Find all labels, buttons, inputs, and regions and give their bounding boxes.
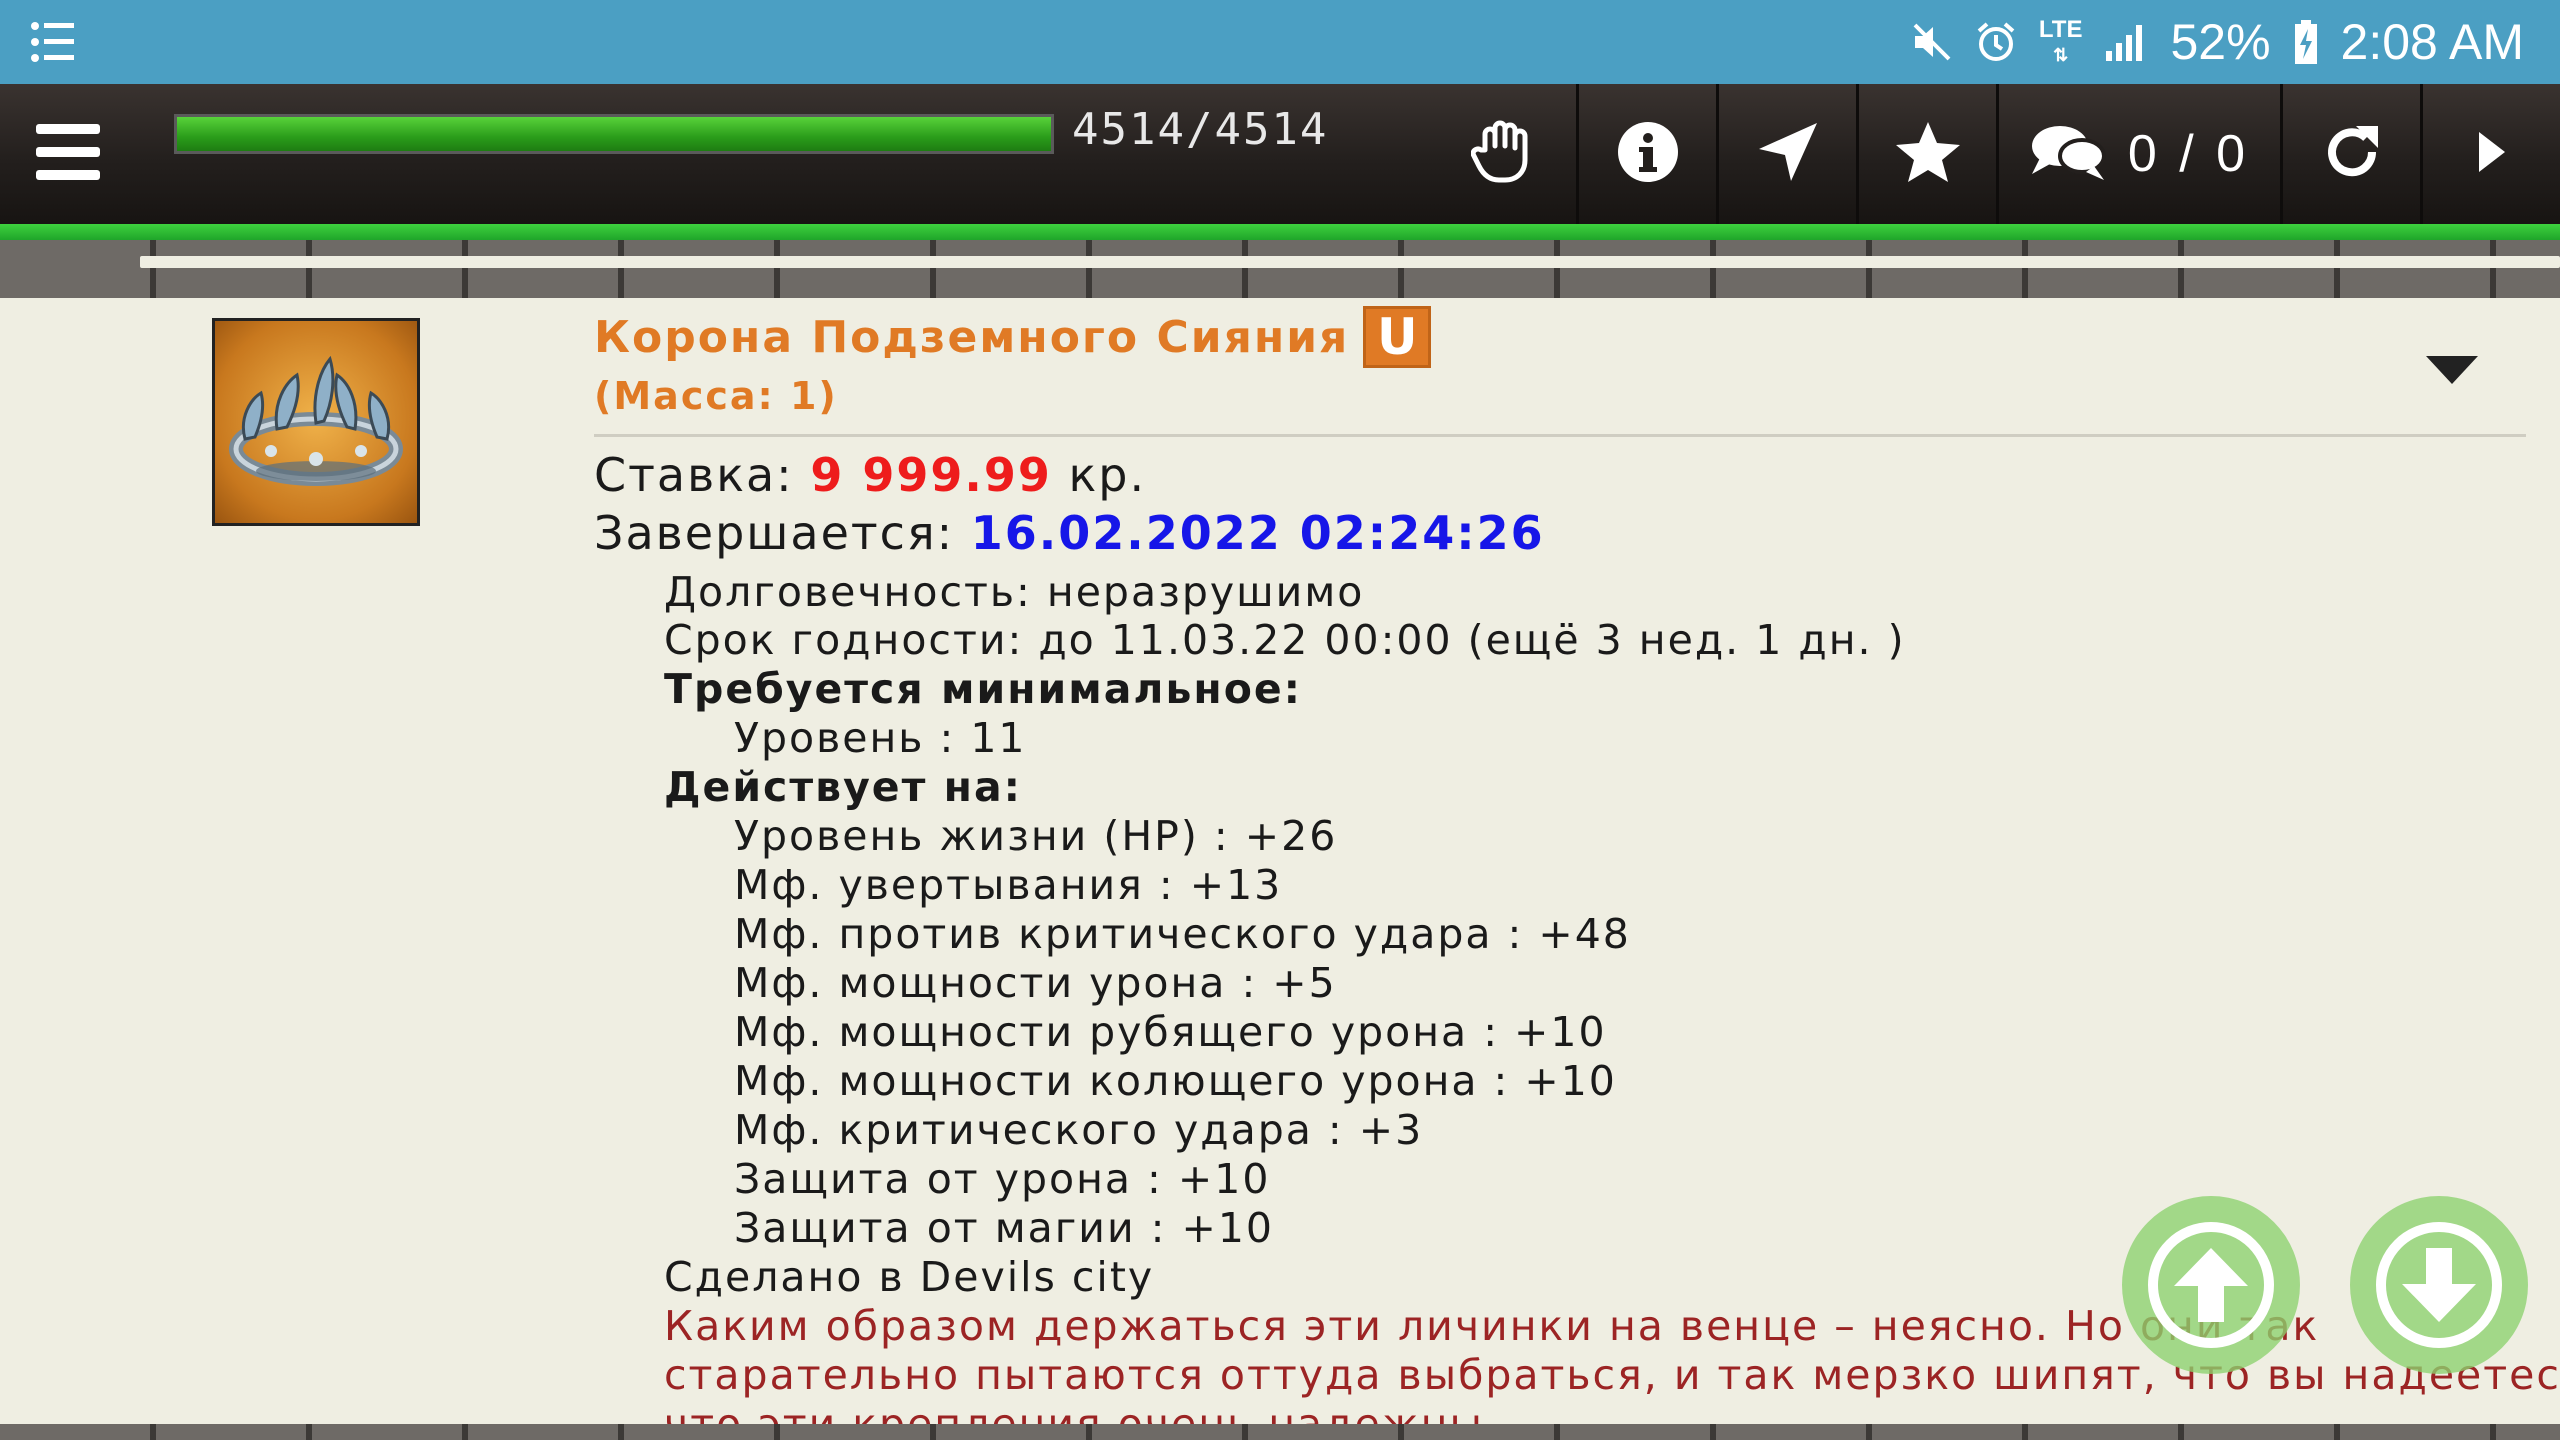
brick-border-strip <box>140 256 2560 268</box>
refresh-icon <box>2320 120 2384 188</box>
crown-icon <box>229 355 403 486</box>
arrow-down-icon <box>2376 1222 2502 1348</box>
description-line: Каким образом держаться эти личинки на в… <box>664 1302 2320 1350</box>
description-line: старательно пытаются оттуда выбраться, и… <box>664 1351 2560 1399</box>
toolbar-accent-line <box>0 224 2560 240</box>
made-in-text: Сделано в Devils city <box>664 1253 1155 1301</box>
navigate-button[interactable] <box>1716 84 1856 224</box>
effect-item: Защита от урона : +10 <box>734 1155 1271 1203</box>
battery-charging-icon <box>2293 19 2319 65</box>
effect-item: Мф. критического удара : +3 <box>734 1106 1424 1154</box>
chat-count: 0 / 0 <box>2127 125 2250 183</box>
effect-item: Мф. против критического удара : +48 <box>734 910 1631 958</box>
ends-label: Завершается: <box>594 506 955 560</box>
status-bar: LTE ⇅ 52% 2:08 AM <box>0 0 2560 84</box>
menu-icon[interactable] <box>36 124 100 184</box>
hp-bar-fill <box>177 117 1051 151</box>
star-icon <box>1894 120 1962 188</box>
item-name[interactable]: Корона Подземного Сияния <box>594 312 1349 363</box>
scroll-down-button[interactable] <box>2350 1196 2528 1374</box>
refresh-button[interactable] <box>2280 84 2420 224</box>
item-mass: (Масса: 1) <box>594 374 838 418</box>
chevron-down-icon <box>2426 356 2478 384</box>
chat-icon <box>2030 122 2106 186</box>
effect-item: Уровень жизни (HP) : +26 <box>734 812 1338 860</box>
mute-icon <box>1911 21 1953 63</box>
durability-text: Долговечность: неразрушимо <box>664 568 1365 616</box>
rarity-badge: U <box>1363 306 1432 368</box>
network-type-label: LTE <box>2038 15 2083 43</box>
brick-border-bottom <box>0 1424 2560 1440</box>
lte-icon: LTE ⇅ <box>2038 15 2083 65</box>
bid-line: Ставка: 9 999.99 кр. <box>594 448 1146 502</box>
bid-label: Ставка: <box>594 448 794 502</box>
next-button[interactable] <box>2420 84 2560 224</box>
hand-icon <box>1470 120 1541 188</box>
favorites-button[interactable] <box>1856 84 1996 224</box>
hp-bar <box>174 114 1054 154</box>
battery-percent: 52% <box>2170 14 2271 70</box>
brick-border-top <box>0 240 2560 298</box>
effect-item: Защита от магии : +10 <box>734 1204 1275 1252</box>
ends-value: 16.02.2022 02:24:26 <box>970 506 1545 560</box>
description-line: что эти крепления очень надежны. <box>664 1400 1499 1424</box>
requirements-header: Требуется минимальное: <box>664 665 1303 713</box>
signal-icon <box>2104 21 2148 63</box>
play-icon <box>2477 130 2507 178</box>
game-toolbar: 4514/4514 0 / 0 <box>0 84 2560 224</box>
collapse-toggle[interactable] <box>2424 354 2480 390</box>
item-title-row: Корона Подземного Сияния U <box>594 306 1432 368</box>
title-divider <box>594 434 2526 437</box>
bid-value: 9 999.99 <box>810 448 1052 502</box>
bid-unit: кр. <box>1068 448 1147 502</box>
info-icon <box>1617 121 1679 187</box>
chat-button[interactable]: 0 / 0 <box>1996 84 2280 224</box>
item-image[interactable] <box>212 318 420 526</box>
effect-item: Мф. мощности рубящего урона : +10 <box>734 1008 1607 1056</box>
effect-item: Мф. увертывания : +13 <box>734 861 1283 909</box>
scroll-up-button[interactable] <box>2122 1196 2300 1374</box>
notification-list-icon[interactable] <box>30 20 76 68</box>
effect-item: Мф. мощности урона : +5 <box>734 959 1337 1007</box>
effects-header: Действует на: <box>664 763 1023 811</box>
clock: 2:08 AM <box>2340 14 2524 70</box>
info-button[interactable] <box>1576 84 1716 224</box>
effect-item: Мф. мощности колющего урона : +10 <box>734 1057 1617 1105</box>
alarm-icon <box>1975 21 2017 63</box>
navigate-icon <box>1757 121 1819 187</box>
expiry-text: Срок годности: до 11.03.22 00:00 (ещё 3 … <box>664 616 1906 664</box>
requirement-item: Уровень : 11 <box>734 714 1027 762</box>
hand-button[interactable] <box>1436 84 1576 224</box>
ends-line: Завершается: 16.02.2022 02:24:26 <box>594 506 1545 560</box>
arrow-up-icon <box>2148 1222 2274 1348</box>
hp-text: 4514/4514 <box>1072 104 1329 155</box>
